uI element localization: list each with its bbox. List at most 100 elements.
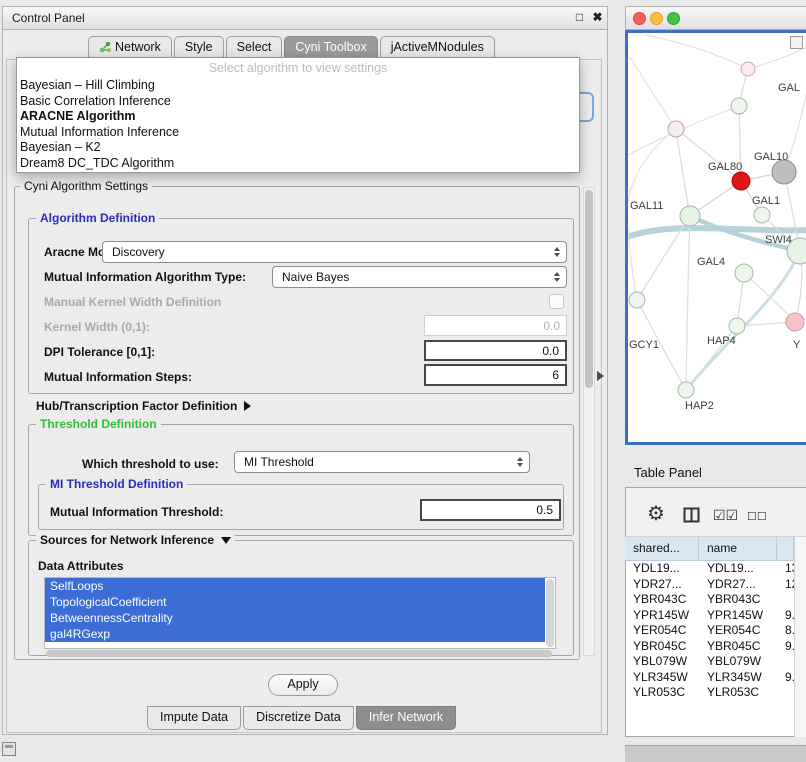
panel-splitter-arrow-icon[interactable] <box>597 371 604 381</box>
zoom-traffic-light-icon[interactable] <box>667 12 680 25</box>
combo-arrows-icon <box>554 272 560 282</box>
table-row[interactable]: YPR145WYPR145W9. <box>625 608 794 624</box>
table-cell: YBR045C <box>625 639 699 655</box>
sources-group-title: Sources for Network Inference <box>40 533 214 547</box>
gear-icon[interactable]: ⚙ <box>647 501 665 526</box>
table-cell: YBL079W <box>625 654 699 670</box>
manual-kernel-checkbox[interactable] <box>549 294 564 309</box>
algorithm-option[interactable]: ARACNE Algorithm <box>17 109 579 125</box>
dpi-tolerance-field[interactable]: 0.0 <box>424 340 567 361</box>
node-label: GAL1 <box>752 195 780 207</box>
node-label: GAL10 <box>754 151 788 163</box>
column-header[interactable]: shared... <box>625 537 699 561</box>
algorithm-dropdown-placeholder: Select algorithm to view settings <box>17 58 579 78</box>
table-body: YDL19...YDL19...13YDR27...YDR27...12YBR0… <box>625 561 794 700</box>
table-scrollbar-track[interactable] <box>794 537 806 737</box>
mi-threshold-field[interactable]: 0.5 <box>420 499 561 521</box>
tab-label: jActiveMNodules <box>391 40 484 54</box>
data-attribute-item[interactable]: SelfLoops <box>45 578 545 594</box>
network-canvas[interactable]: GALGAL10GAL80GAL11GAL1SWI4GAL4GCY1HAP4YH… <box>628 33 806 442</box>
network-node[interactable] <box>668 121 684 137</box>
table-cell: 8. <box>777 623 794 639</box>
node-label: GCY1 <box>629 339 659 351</box>
list-horizontal-scrollbar[interactable] <box>46 650 552 657</box>
control-panel-titlebar[interactable]: Control Panel <box>2 6 608 30</box>
column-header[interactable]: name <box>699 537 777 561</box>
algorithm-option[interactable]: Mutual Information Inference <box>17 125 579 141</box>
settings-scrollbar-thumb[interactable] <box>585 190 593 388</box>
bottom-tab-infer-network[interactable]: Infer Network <box>356 706 456 730</box>
network-node[interactable] <box>729 318 745 334</box>
table-row[interactable]: YLR345WYLR345W9. <box>625 670 794 686</box>
deselect-all-columns-icon[interactable]: ☐☐ <box>747 510 767 523</box>
minimize-traffic-light-icon[interactable] <box>650 12 663 25</box>
table-row[interactable]: YLR053CYLR053C <box>625 685 794 700</box>
data-attributes-list[interactable]: SelfLoopsTopologicalCoefficientBetweenne… <box>44 577 556 649</box>
network-window-titlebar[interactable] <box>625 6 806 30</box>
table-cell: 9. <box>777 608 794 624</box>
table-cell: YDL19... <box>699 561 777 577</box>
combo-arrows-icon <box>517 457 523 467</box>
columns-icon[interactable] <box>683 507 700 523</box>
bottom-tab-impute-data[interactable]: Impute Data <box>147 706 241 730</box>
algorithm-option[interactable]: Bayesian – Hill Climbing <box>17 78 579 94</box>
table-row[interactable]: YDL19...YDL19...13 <box>625 561 794 577</box>
network-node[interactable] <box>772 160 796 184</box>
data-attribute-item[interactable]: BetweennessCentrality <box>45 610 545 626</box>
network-node[interactable] <box>741 62 755 76</box>
table-cell: 13 <box>777 561 794 577</box>
which-threshold-value: MI Threshold <box>244 455 314 469</box>
mi-steps-label: Mutual Information Steps: <box>44 370 192 384</box>
restore-panel-icon[interactable] <box>2 742 16 756</box>
network-edge <box>630 57 676 129</box>
list-vertical-scrollbar[interactable] <box>546 579 554 647</box>
tab-label: Cyni Toolbox <box>295 40 366 54</box>
network-node[interactable] <box>678 382 694 398</box>
algorithm-option[interactable]: Bayesian – K2 <box>17 140 579 156</box>
table-row[interactable]: YDR27...YDR27...12 <box>625 577 794 593</box>
float-window-icon[interactable]: □ <box>572 10 587 24</box>
select-all-columns-icon[interactable]: ☑☑ <box>713 507 738 524</box>
mi-type-combobox[interactable]: Naive Bayes <box>272 266 567 288</box>
data-attribute-item[interactable]: TopologicalCoefficient <box>45 594 545 610</box>
aracne-mode-combobox[interactable]: Discovery <box>102 241 567 263</box>
network-node[interactable] <box>731 98 747 114</box>
network-node[interactable] <box>735 264 753 282</box>
network-node[interactable] <box>754 207 770 223</box>
table-cell: YBR043C <box>625 592 699 608</box>
table-row[interactable]: YBL079WYBL079W <box>625 654 794 670</box>
sources-group-toggle[interactable]: Sources for Network Inference <box>36 533 235 547</box>
network-node[interactable] <box>786 313 804 331</box>
table-panel-title: Table Panel <box>634 465 702 480</box>
close-traffic-light-icon[interactable] <box>633 12 646 25</box>
network-node[interactable] <box>732 172 750 190</box>
hub-definition-label: Hub/Transcription Factor Definition <box>36 399 237 413</box>
apply-button[interactable]: Apply <box>268 674 338 696</box>
data-attribute-item[interactable]: gal4RGexp <box>45 626 545 642</box>
table-row[interactable]: YBR045CYBR045C9. <box>625 639 794 655</box>
table-cell: 12 <box>777 577 794 593</box>
tab-label: Network <box>115 40 161 54</box>
column-header[interactable] <box>777 537 794 561</box>
table-row[interactable]: YBR043CYBR043C <box>625 592 794 608</box>
close-window-icon[interactable]: ✖ <box>590 10 605 24</box>
table-cell: YBR043C <box>699 592 777 608</box>
network-node[interactable] <box>629 292 645 308</box>
mi-steps-field[interactable]: 6 <box>424 364 567 386</box>
network-node[interactable] <box>680 206 700 226</box>
mi-type-value: Naive Bayes <box>282 270 349 284</box>
birdseye-toggle-icon[interactable] <box>790 36 803 49</box>
mi-type-label: Mutual Information Algorithm Type: <box>44 270 246 284</box>
bottom-tab-discretize-data[interactable]: Discretize Data <box>243 706 354 730</box>
window-title: Control Panel <box>3 11 85 25</box>
mi-threshold-label: Mutual Information Threshold: <box>50 505 223 519</box>
algorithm-option[interactable]: Basic Correlation Inference <box>17 94 579 110</box>
network-edge <box>676 129 690 216</box>
algorithm-option[interactable]: Dream8 DC_TDC Algorithm <box>17 156 579 172</box>
hub-definition-toggle[interactable]: Hub/Transcription Factor Definition <box>36 399 251 413</box>
network-edge <box>686 216 690 390</box>
table-row[interactable]: YER054CYER054C8. <box>625 623 794 639</box>
which-threshold-combobox[interactable]: MI Threshold <box>234 451 530 473</box>
node-label: SWI4 <box>765 234 792 246</box>
mi-threshold-group-title: MI Threshold Definition <box>46 477 187 491</box>
